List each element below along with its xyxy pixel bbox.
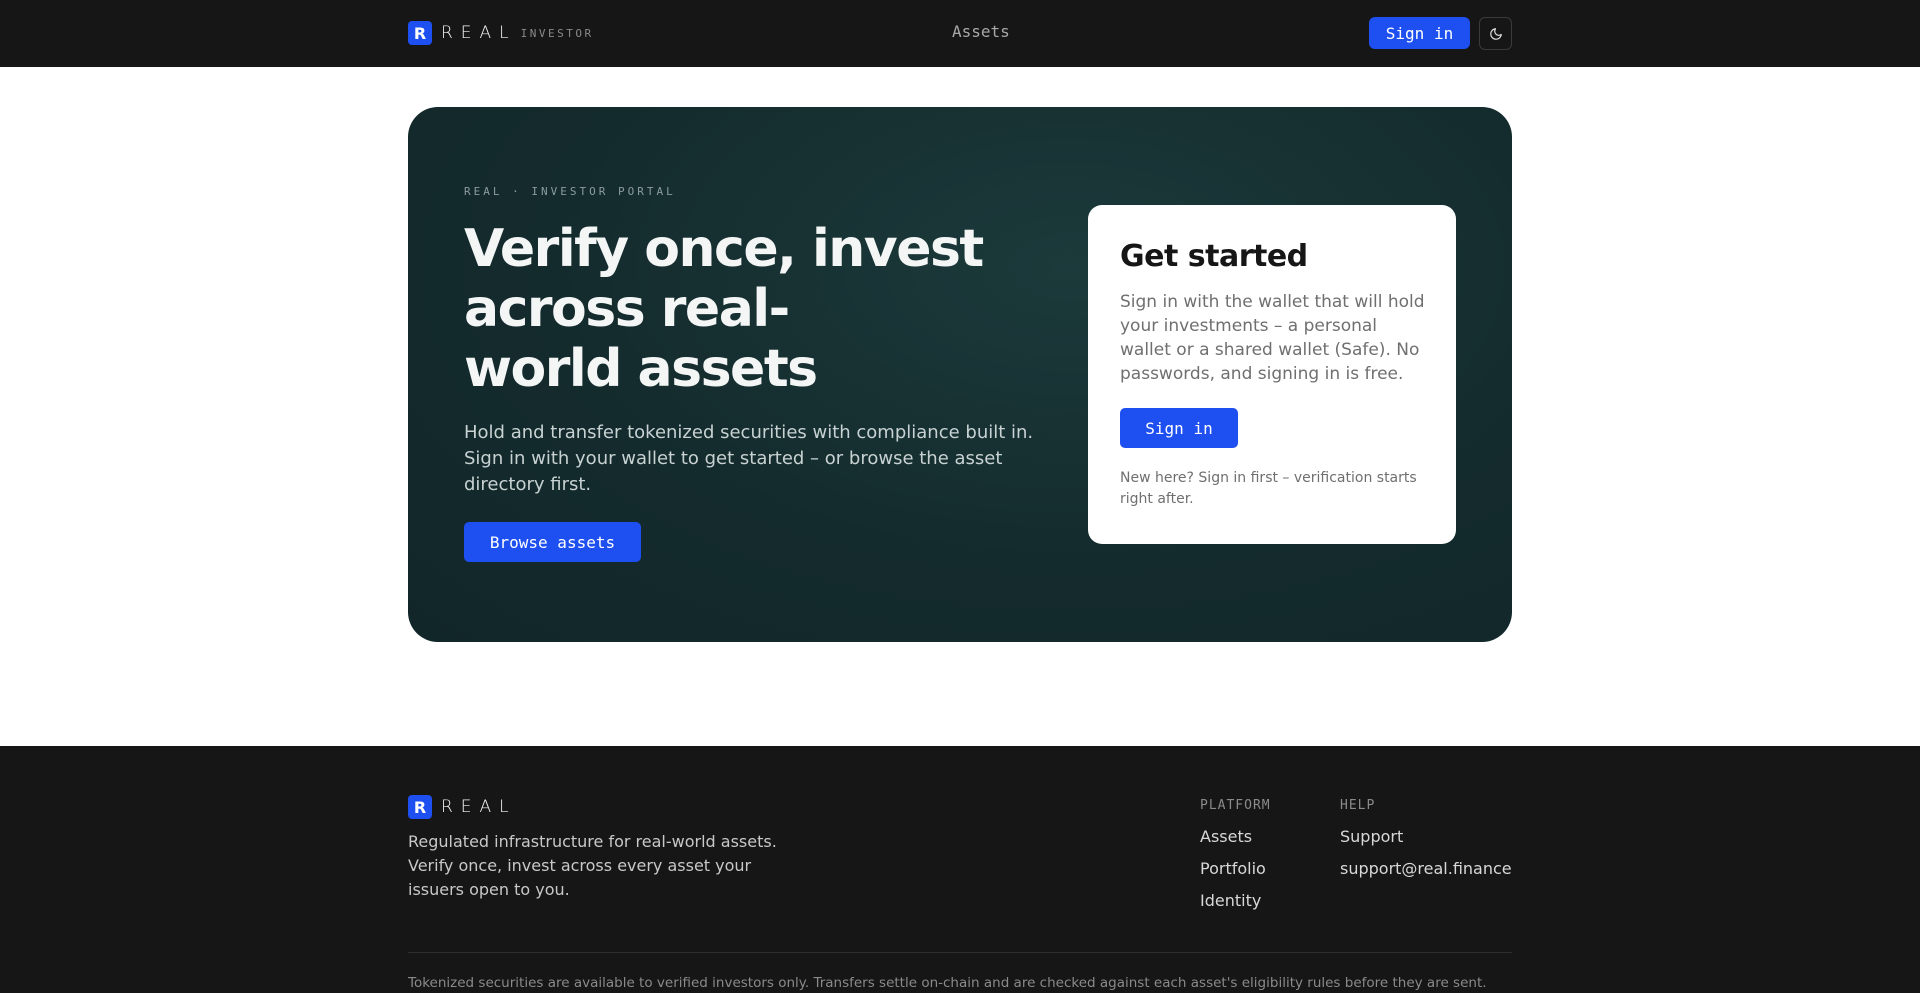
- card-description: Sign in with the wallet that will hold y…: [1120, 292, 1425, 384]
- card-sign-in-button[interactable]: Sign in: [1120, 408, 1238, 448]
- hero-headline-line-3: world assets: [464, 339, 818, 399]
- footer-link-portfolio[interactable]: Portfolio: [1200, 853, 1271, 885]
- logo-subtitle: INVESTOR: [520, 26, 594, 40]
- footer-logo[interactable]: R REAL: [408, 795, 517, 819]
- logo-mark-icon: R: [408, 21, 432, 45]
- footer-help-column: HELP Support support@real.finance: [1340, 798, 1512, 885]
- footer-platform-column: PLATFORM Assets Portfolio Identity: [1200, 798, 1271, 917]
- get-started-card: Get started Sign in with the wallet that…: [1088, 205, 1456, 544]
- card-title: Get started: [1120, 239, 1308, 274]
- hero-headline-line-2: across real-: [464, 279, 790, 339]
- card-note: New here? Sign in first – verification s…: [1120, 470, 1417, 507]
- footer-divider: [408, 952, 1512, 953]
- hero-eyebrow: REAL · INVESTOR PORTAL: [464, 185, 676, 198]
- header-sign-in-button[interactable]: Sign in: [1369, 17, 1470, 49]
- footer-link-support[interactable]: Support: [1340, 821, 1512, 853]
- top-navbar: R REAL INVESTOR Assets Sign in: [0, 0, 1920, 67]
- hero-headline-line-1: Verify once, invest: [464, 219, 984, 279]
- hero-headline: Verify once, invest across real- world a…: [464, 219, 984, 399]
- footer-logo-mark-icon: R: [408, 795, 432, 819]
- nav-link-assets[interactable]: Assets: [952, 22, 1010, 41]
- footer-platform-heading: PLATFORM: [1200, 798, 1271, 813]
- footer-link-support-email[interactable]: support@real.finance: [1340, 853, 1512, 885]
- logo-wordmark: REAL: [441, 23, 517, 43]
- footer-tagline: Regulated infrastructure for real-world …: [408, 832, 777, 899]
- footer-logo-wordmark: REAL: [441, 797, 517, 817]
- site-footer: R REAL Regulated infrastructure for real…: [0, 746, 1920, 993]
- browse-assets-button[interactable]: Browse assets: [464, 522, 641, 562]
- hero-description: Hold and transfer tokenized securities w…: [464, 422, 1034, 495]
- brand-logo[interactable]: R REAL INVESTOR: [408, 21, 594, 45]
- theme-toggle-button[interactable]: [1479, 17, 1512, 50]
- hero-panel: REAL · INVESTOR PORTAL Verify once, inve…: [408, 107, 1512, 642]
- footer-help-heading: HELP: [1340, 798, 1376, 813]
- footer-link-assets[interactable]: Assets: [1200, 821, 1271, 853]
- footer-disclaimer: Tokenized securities are available to ve…: [408, 975, 1487, 991]
- moon-icon: [1489, 27, 1502, 40]
- footer-link-identity[interactable]: Identity: [1200, 885, 1271, 917]
